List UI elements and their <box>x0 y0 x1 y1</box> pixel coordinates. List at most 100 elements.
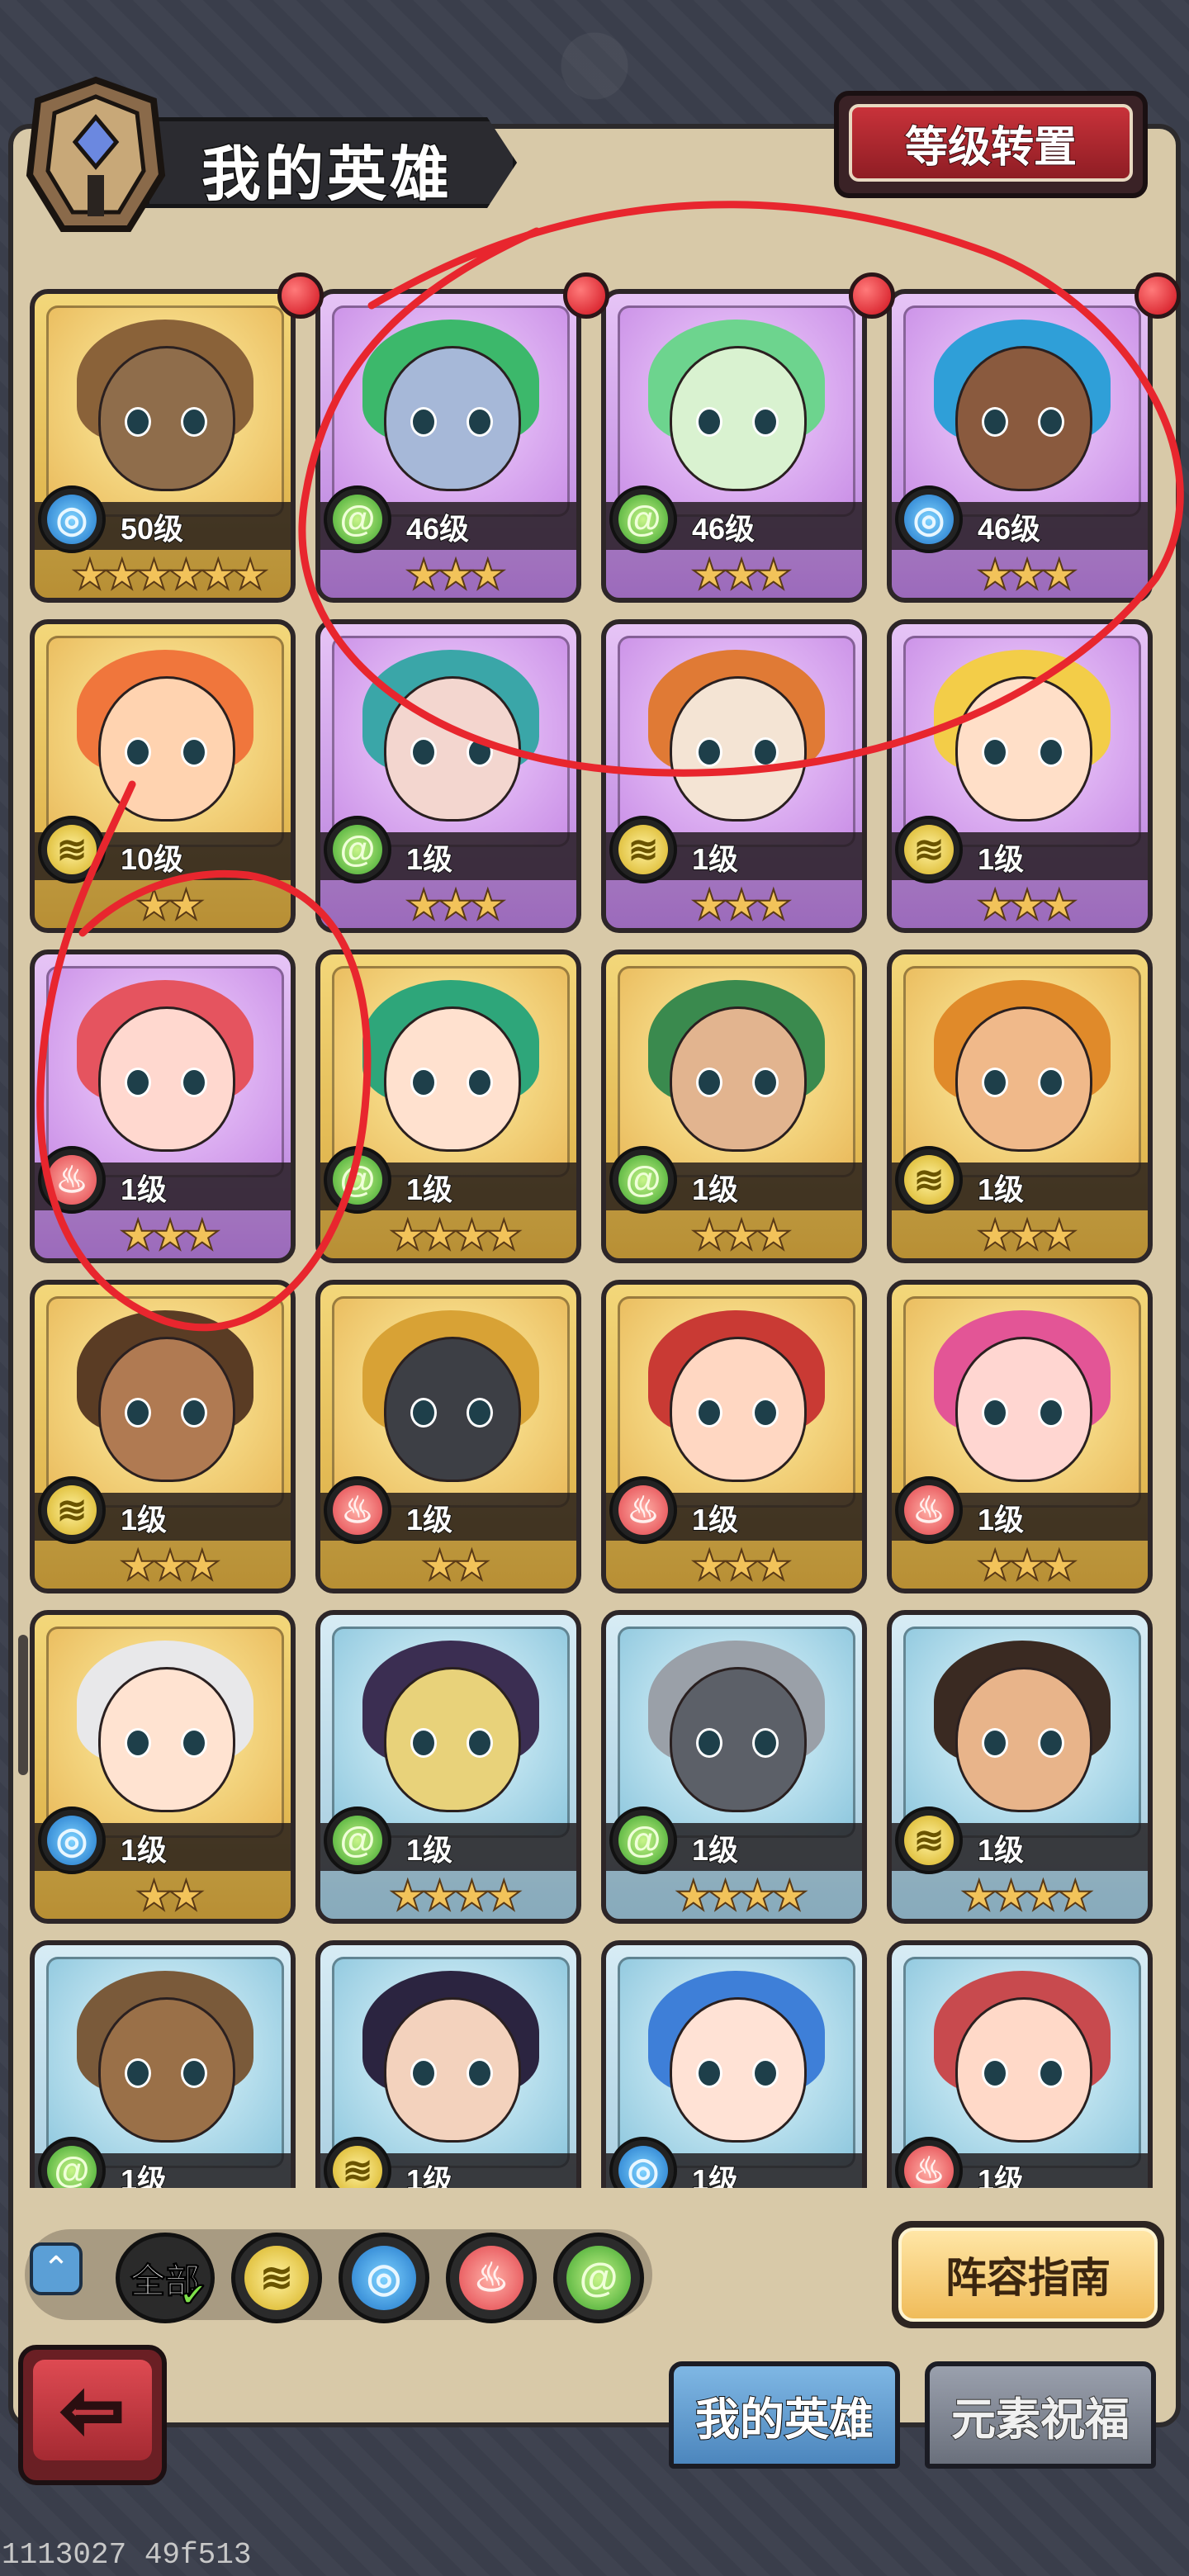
hero-level: 50级 <box>120 511 184 547</box>
hero-card[interactable]: 1级★★★@ <box>601 949 867 1263</box>
hero-stars: ★★★ <box>690 551 793 598</box>
hero-face <box>384 1997 521 2143</box>
tab-my-heroes[interactable]: 我的英雄 <box>669 2361 900 2469</box>
level-reset-label: 等级转置 <box>849 104 1133 182</box>
hero-card[interactable]: 1级★★★♨ <box>601 1280 867 1593</box>
hero-eye <box>752 407 779 437</box>
hero-card[interactable]: 1级★★★♨ <box>30 949 296 1263</box>
hero-card[interactable]: 1级 ★★ ◎ <box>30 1610 296 1924</box>
hero-card[interactable]: 1级★★★≋ <box>30 1280 296 1593</box>
collapse-button[interactable]: ⌃ <box>30 2242 83 2295</box>
hero-stars: ★★★ <box>405 551 507 598</box>
hero-face <box>670 1006 807 1152</box>
filter-all[interactable]: 全部 ✔ <box>116 2233 215 2323</box>
back-button[interactable]: ⇦ <box>18 2345 167 2485</box>
hero-eye <box>410 2058 437 2088</box>
hero-portrait <box>903 1627 1141 1838</box>
hero-level: 1级 <box>691 2162 739 2188</box>
hero-stars: ★★★ <box>690 881 793 928</box>
hero-portrait <box>903 966 1141 1177</box>
hero-portrait <box>332 1627 570 1838</box>
fire-element-icon: ♨ <box>38 1146 106 1214</box>
hero-card[interactable]: 1级★★★≋ <box>887 949 1153 1263</box>
earth-element-icon: ≋ <box>895 1146 963 1214</box>
lineup-guide-button[interactable]: 阵容指南 <box>892 2221 1164 2328</box>
hero-face <box>670 346 807 491</box>
hero-card[interactable]: 1级★★★≋ <box>315 1940 581 2188</box>
hero-card[interactable]: 1级 ★★ ♨ <box>315 1280 581 1593</box>
hero-eye <box>696 1728 722 1758</box>
hero-eye <box>467 1398 493 1428</box>
tab-element-blessing[interactable]: 元素祝福 <box>925 2361 1156 2469</box>
hero-card[interactable]: 1级 ★★★★ ≋ <box>887 1610 1153 1924</box>
wind-element-icon: @ <box>609 1146 677 1214</box>
hero-stars: ★★★ <box>405 881 507 928</box>
wind-element-icon: @ <box>324 1807 391 1874</box>
wind-element-icon: @ <box>324 1146 391 1214</box>
hero-card[interactable]: 1级 ★★★★ @ <box>601 1610 867 1924</box>
hero-card[interactable]: 46级 ★★★ ◎ <box>887 289 1153 603</box>
hero-eye <box>410 1728 437 1758</box>
hero-level: 1级 <box>691 841 739 877</box>
hero-portrait <box>46 1627 284 1838</box>
hero-stars: ★★★★ <box>388 1872 523 1919</box>
scrollbar[interactable] <box>18 1635 28 1775</box>
hero-stars: ★★★★ <box>959 1872 1094 1919</box>
hero-portrait <box>332 305 570 517</box>
check-icon: ✔ <box>179 2277 208 2314</box>
hero-stars: ★★ <box>135 881 206 928</box>
hero-eye <box>696 737 722 767</box>
hero-portrait <box>46 305 284 517</box>
hero-face <box>670 1997 807 2143</box>
filter-wind[interactable]: @ <box>553 2233 644 2323</box>
hero-eye <box>467 1068 493 1097</box>
wind-element-icon: @ <box>609 1807 677 1874</box>
filter-earth[interactable]: ≋ <box>231 2233 322 2323</box>
hero-card[interactable]: 1级★★★♨ <box>887 1280 1153 1593</box>
hero-card[interactable]: 1级★★★@ <box>30 1940 296 2188</box>
hero-portrait <box>903 1957 1141 2168</box>
hero-eye <box>1038 407 1064 437</box>
hero-level: 46级 <box>691 511 756 547</box>
hero-card[interactable]: 1级★★★◎ <box>601 1940 867 2188</box>
hero-card[interactable]: 10级 ★★ ≋ <box>30 619 296 933</box>
hero-eye <box>982 737 1008 767</box>
hero-card[interactable]: 50级 ★★★★★★ ◎ <box>30 289 296 603</box>
hero-card[interactable]: 1级★★★≋ <box>887 619 1153 933</box>
hero-eye <box>125 737 151 767</box>
hero-eye <box>1038 737 1064 767</box>
hero-card[interactable]: 1级★★★♨ <box>887 1940 1153 2188</box>
hero-eye <box>696 2058 722 2088</box>
hero-card[interactable]: 46级 ★★★ @ <box>601 289 867 603</box>
hero-eye <box>696 1398 722 1428</box>
hero-level: 1级 <box>977 2162 1025 2188</box>
hero-face <box>98 1667 235 1812</box>
hero-portrait <box>903 636 1141 847</box>
level-reset-button[interactable]: 等级转置 <box>834 91 1148 198</box>
hero-stars: ★★★ <box>119 1541 221 1589</box>
hero-level: 46级 <box>405 511 470 547</box>
hero-card[interactable]: 1级 ★★★ ≋ <box>601 619 867 933</box>
hero-level: 10级 <box>120 841 184 877</box>
water-element-icon: ◎ <box>38 1807 106 1874</box>
hero-card[interactable]: 46级 ★★★ @ <box>315 289 581 603</box>
earth-element-icon: ≋ <box>609 816 677 883</box>
hero-eye <box>982 1068 1008 1097</box>
hero-stars: ★★★★★★ <box>71 551 270 598</box>
filter-fire[interactable]: ♨ <box>446 2233 537 2323</box>
filter-water[interactable]: ◎ <box>339 2233 429 2323</box>
hero-stars: ★★★ <box>690 1211 793 1258</box>
hero-level: 1级 <box>977 1502 1025 1537</box>
page-title: 我的英雄 <box>200 141 453 210</box>
hero-card[interactable]: 1级 ★★★★ @ <box>315 949 581 1263</box>
water-element-icon: ◎ <box>895 485 963 553</box>
hero-eye <box>467 737 493 767</box>
hero-card[interactable]: 1级 ★★★★ @ <box>315 1610 581 1924</box>
chevron-up-icon: ⌃ <box>42 2251 70 2287</box>
hero-card[interactable]: 1级★★★@ <box>315 619 581 933</box>
helmet-icon <box>26 76 166 232</box>
hero-level: 1级 <box>977 1832 1025 1868</box>
hero-eye <box>752 1398 779 1428</box>
wind-element-icon: @ <box>609 485 677 553</box>
hero-portrait <box>618 1957 855 2168</box>
